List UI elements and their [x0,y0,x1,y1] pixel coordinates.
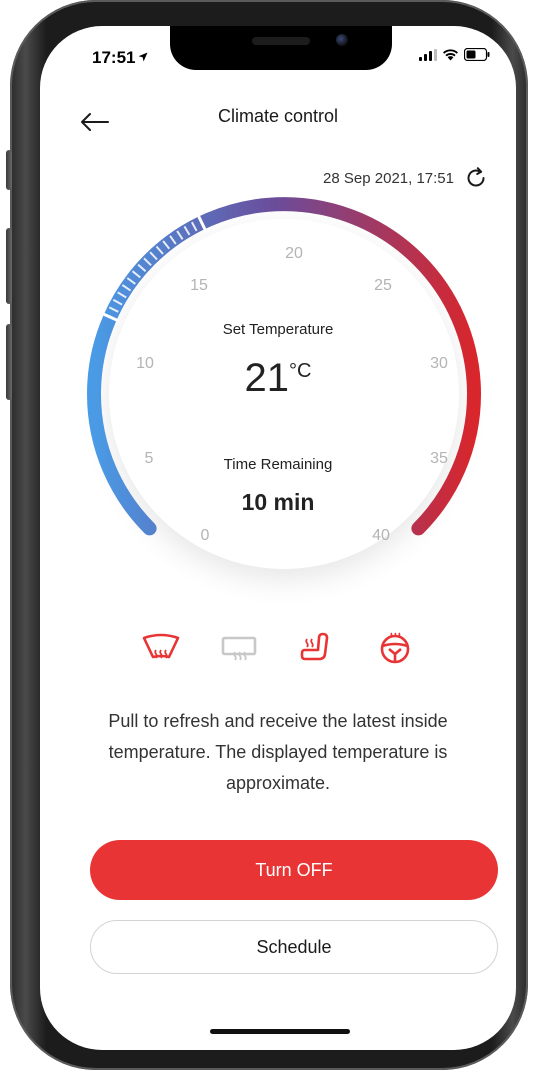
phone-mute-switch [6,150,12,190]
rear-defrost-icon[interactable] [219,630,259,664]
temperature-unit: °C [289,360,312,382]
phone-volume-down-button [6,324,12,400]
home-indicator[interactable] [210,1029,350,1034]
heated-steering-wheel-icon[interactable] [375,630,415,664]
front-defrost-icon[interactable] [141,630,181,664]
set-temperature-label: Set Temperature [222,321,334,338]
tick-label-20: 20 [285,245,303,262]
time-remaining-value: 10 min [241,489,315,515]
climate-features [40,630,516,664]
tick-label-25: 25 [374,277,392,294]
turn-off-button[interactable]: Turn OFF [90,840,498,900]
heated-seat-icon[interactable] [297,630,337,664]
schedule-button[interactable]: Schedule [90,920,498,974]
tick-label-40: 40 [372,527,390,544]
temperature-number: 21 [244,356,290,400]
refresh-info-text: Pull to refresh and receive the latest i… [108,711,448,793]
app-screen: 17:51 Climate control 28 Sep 2021, 17:51… [40,26,516,1050]
set-temperature-value: 21°C [40,356,516,401]
temperature-dial[interactable]: 0 5 10 15 20 25 30 35 40 Set Temperature… [40,26,516,646]
time-remaining-label: Time Remaining [223,456,333,473]
tick-label-0: 0 [200,527,210,544]
phone-volume-up-button [6,228,12,304]
phone-frame: 17:51 Climate control 28 Sep 2021, 17:51… [6,0,528,1070]
tick-label-15: 15 [190,277,208,294]
